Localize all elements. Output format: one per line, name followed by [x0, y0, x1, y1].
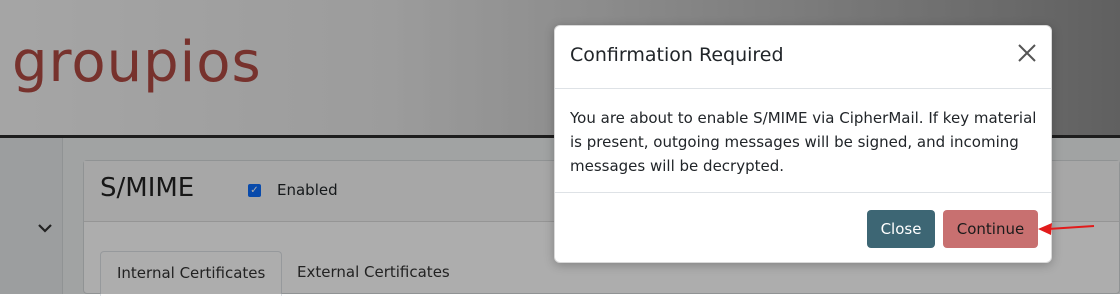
close-icon[interactable] — [1017, 40, 1037, 68]
page: groupios S/MIME ✓ Enabled Internal Certi… — [0, 0, 1120, 296]
modal-footer: Close Continue — [555, 192, 1051, 265]
red-arrow-annotation-icon — [1038, 223, 1095, 235]
modal-title: Confirmation Required — [570, 44, 784, 66]
continue-button[interactable]: Continue — [943, 210, 1038, 248]
modal-header: Confirmation Required — [555, 26, 1051, 89]
confirmation-modal: Confirmation Required You are about to e… — [554, 25, 1052, 263]
close-button[interactable]: Close — [867, 210, 935, 248]
modal-body: You are about to enable S/MIME via Ciphe… — [570, 109, 1037, 175]
